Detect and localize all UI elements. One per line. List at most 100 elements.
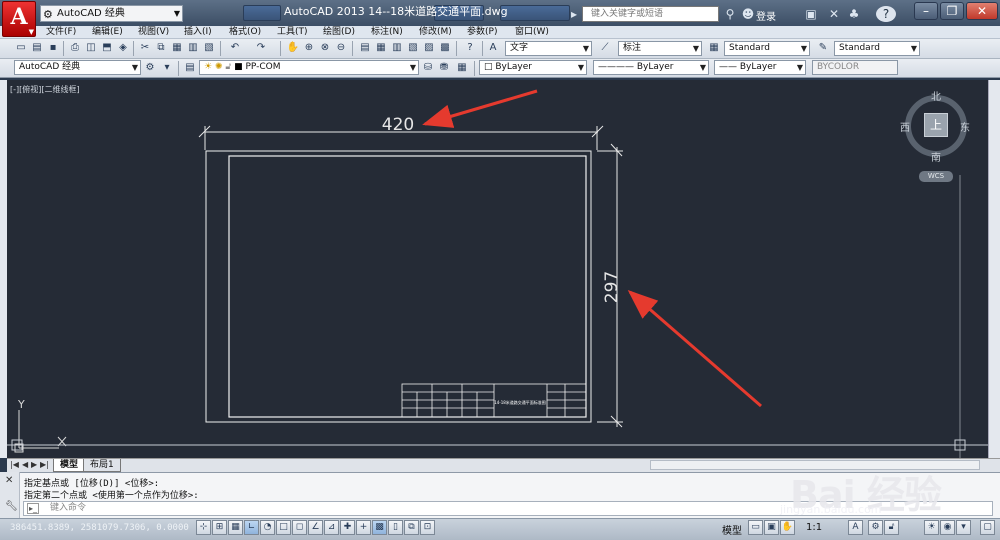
menu-file[interactable]: 文件(F) bbox=[46, 26, 76, 39]
redo-icon[interactable]: ↷ bbox=[254, 41, 268, 55]
quick-view-layouts-icon[interactable]: ▭ bbox=[748, 520, 763, 535]
restore-button[interactable]: ❐ bbox=[940, 2, 964, 20]
user-icon[interactable]: ☻ bbox=[740, 6, 756, 22]
infer-constraints-icon[interactable]: ⊹ bbox=[196, 520, 211, 535]
close-button[interactable]: ✕ bbox=[966, 2, 998, 20]
zoom-realtime-icon[interactable]: ⊕ bbox=[302, 41, 316, 55]
snap-icon[interactable]: ⊞ bbox=[212, 520, 227, 535]
dimension-style-select[interactable]: 标注 ▼ bbox=[618, 41, 702, 56]
properties-icon[interactable]: ▤ bbox=[358, 41, 372, 55]
help-icon[interactable]: ? bbox=[463, 41, 477, 55]
cart-icon[interactable]: ▣ bbox=[803, 6, 819, 22]
zoom-window-icon[interactable]: ⊗ bbox=[318, 41, 332, 55]
model-space-toggle[interactable]: 模型 bbox=[722, 522, 742, 537]
workspace-settings-icon[interactable]: ⚙ bbox=[143, 61, 157, 75]
3d-print-icon[interactable]: ◈ bbox=[116, 41, 130, 55]
status-menu-icon[interactable]: ▾ bbox=[956, 520, 971, 535]
wcs-menu-button[interactable]: WCS bbox=[919, 171, 953, 182]
markup-icon[interactable]: ▨ bbox=[422, 41, 436, 55]
lineweight-select[interactable]: —— ByLayer ▼ bbox=[714, 60, 806, 75]
sheet-set-icon[interactable]: ▧ bbox=[406, 41, 420, 55]
login-button[interactable]: 登录 bbox=[756, 8, 776, 23]
quick-view-drawings-icon[interactable]: ▣ bbox=[764, 520, 779, 535]
menu-modify[interactable]: 修改(M) bbox=[419, 26, 452, 39]
linetype-select[interactable]: ———— ByLayer ▼ bbox=[593, 60, 709, 75]
quick-properties-icon[interactable]: ▯ bbox=[388, 520, 403, 535]
help-icon[interactable]: ? bbox=[876, 6, 896, 22]
polar-icon[interactable]: ◔ bbox=[260, 520, 275, 535]
open-folder-icon[interactable]: ▤ bbox=[30, 41, 44, 55]
exchange-icon[interactable]: ✕ bbox=[826, 6, 842, 22]
layer-state-icon[interactable]: ▦ bbox=[455, 61, 469, 75]
menu-view[interactable]: 视图(V) bbox=[138, 26, 169, 39]
dyn-icon[interactable]: ✚ bbox=[340, 520, 355, 535]
selection-cycling-icon[interactable]: ⧉ bbox=[404, 520, 419, 535]
clean-screen-icon[interactable]: ▢ bbox=[980, 520, 995, 535]
grid-icon[interactable]: ▦ bbox=[228, 520, 243, 535]
first-tab-icon[interactable]: |◀ bbox=[10, 460, 19, 469]
coordinates-readout[interactable]: 386451.8389, 2581079.7306, 0.0000 bbox=[10, 523, 189, 533]
cut-icon[interactable]: ✂ bbox=[138, 41, 152, 55]
color-select[interactable]: □ ByLayer ▼ bbox=[479, 60, 587, 75]
toolbar-lock-icon[interactable]: 🔓︎ bbox=[884, 520, 899, 535]
preview-icon[interactable]: ◫ bbox=[84, 41, 98, 55]
copy-icon[interactable]: ⧉ bbox=[154, 41, 168, 55]
otrack-icon[interactable]: ∠ bbox=[308, 520, 323, 535]
menu-edit[interactable]: 编辑(E) bbox=[92, 26, 123, 39]
ortho-icon[interactable]: ∟ bbox=[244, 520, 259, 535]
compass-west[interactable]: 西 bbox=[900, 119, 910, 134]
compass-east[interactable]: 东 bbox=[960, 119, 970, 134]
print-icon[interactable]: ⎙ bbox=[68, 41, 82, 55]
menu-tools[interactable]: 工具(T) bbox=[277, 26, 308, 39]
layer-previous-icon[interactable]: ⛃ bbox=[437, 61, 451, 75]
prev-tab-icon[interactable]: ◀ bbox=[22, 460, 28, 469]
menu-format[interactable]: 格式(O) bbox=[229, 26, 261, 39]
viewcube-top-face[interactable]: 上 bbox=[924, 113, 948, 137]
binoculars-icon[interactable]: ⚲ bbox=[722, 6, 738, 22]
table-style-icon[interactable]: ▦ bbox=[707, 41, 721, 55]
compass-north[interactable]: 北 bbox=[931, 88, 941, 103]
multileader-style-icon[interactable]: ✎ bbox=[816, 41, 830, 55]
menu-parametric[interactable]: 参数(P) bbox=[467, 26, 497, 39]
block-editor-icon[interactable]: ▧ bbox=[202, 41, 216, 55]
isolate-objects-icon[interactable]: ◉ bbox=[940, 520, 955, 535]
pan-status-icon[interactable]: ✋ bbox=[780, 520, 795, 535]
hardware-acceleration-icon[interactable]: ☀ bbox=[924, 520, 939, 535]
layer-select[interactable]: ☀ ✺ 🔓︎ ■ PP-COM ▼ bbox=[199, 60, 419, 75]
wrench-icon[interactable]: 🔧︎ bbox=[5, 501, 18, 512]
zoom-previous-icon[interactable]: ⊖ bbox=[334, 41, 348, 55]
layer-properties-icon[interactable]: ▤ bbox=[183, 61, 197, 75]
workspace-select[interactable]: AutoCAD 经典 ▼ bbox=[14, 60, 141, 75]
save-icon[interactable]: ▪ bbox=[46, 41, 60, 55]
publish-icon[interactable]: ⬒ bbox=[100, 41, 114, 55]
quickcalc-icon[interactable]: ▩ bbox=[438, 41, 452, 55]
next-tab-icon[interactable]: ▶ bbox=[31, 460, 37, 469]
multileader-style-select[interactable]: Standard ▼ bbox=[834, 41, 920, 56]
match-properties-icon[interactable]: ▥ bbox=[186, 41, 200, 55]
text-style-icon[interactable]: A bbox=[486, 41, 500, 55]
new-file-icon[interactable]: ▭ bbox=[14, 41, 28, 55]
application-menu-button[interactable]: A ▼ bbox=[2, 1, 36, 37]
menu-dimension[interactable]: 标注(N) bbox=[371, 26, 403, 39]
menu-window[interactable]: 窗口(W) bbox=[515, 26, 549, 39]
search-input[interactable]: 键入关键字或短语 bbox=[582, 6, 719, 22]
vertical-scrollbar[interactable] bbox=[988, 80, 1000, 458]
network-icon[interactable]: ♣ bbox=[846, 6, 862, 22]
design-center-icon[interactable]: ▦ bbox=[374, 41, 388, 55]
undo-icon[interactable]: ↶ bbox=[228, 41, 242, 55]
dim-style-icon[interactable]: ⟋ bbox=[598, 41, 612, 55]
paste-icon[interactable]: ▦ bbox=[170, 41, 184, 55]
command-window-handle[interactable]: ✕ 🔧︎ bbox=[0, 472, 20, 518]
osnap-icon[interactable]: □ bbox=[276, 520, 291, 535]
ducs-icon[interactable]: ⊿ bbox=[324, 520, 339, 535]
extra-toolbar-icon[interactable]: ▾ bbox=[160, 61, 174, 75]
3d-osnap-icon[interactable]: ◻ bbox=[292, 520, 307, 535]
workspace-switching-icon[interactable]: ⚙ bbox=[868, 520, 883, 535]
annotation-visibility-icon[interactable]: A bbox=[848, 520, 863, 535]
menu-insert[interactable]: 插入(I) bbox=[184, 26, 212, 39]
chevron-right-icon[interactable]: ▸ bbox=[566, 6, 582, 22]
tool-palettes-icon[interactable]: ▥ bbox=[390, 41, 404, 55]
compass-south[interactable]: 南 bbox=[931, 149, 941, 164]
annotation-scale[interactable]: 1:1 bbox=[806, 522, 822, 533]
transparency-icon[interactable]: ▩ bbox=[372, 520, 387, 535]
